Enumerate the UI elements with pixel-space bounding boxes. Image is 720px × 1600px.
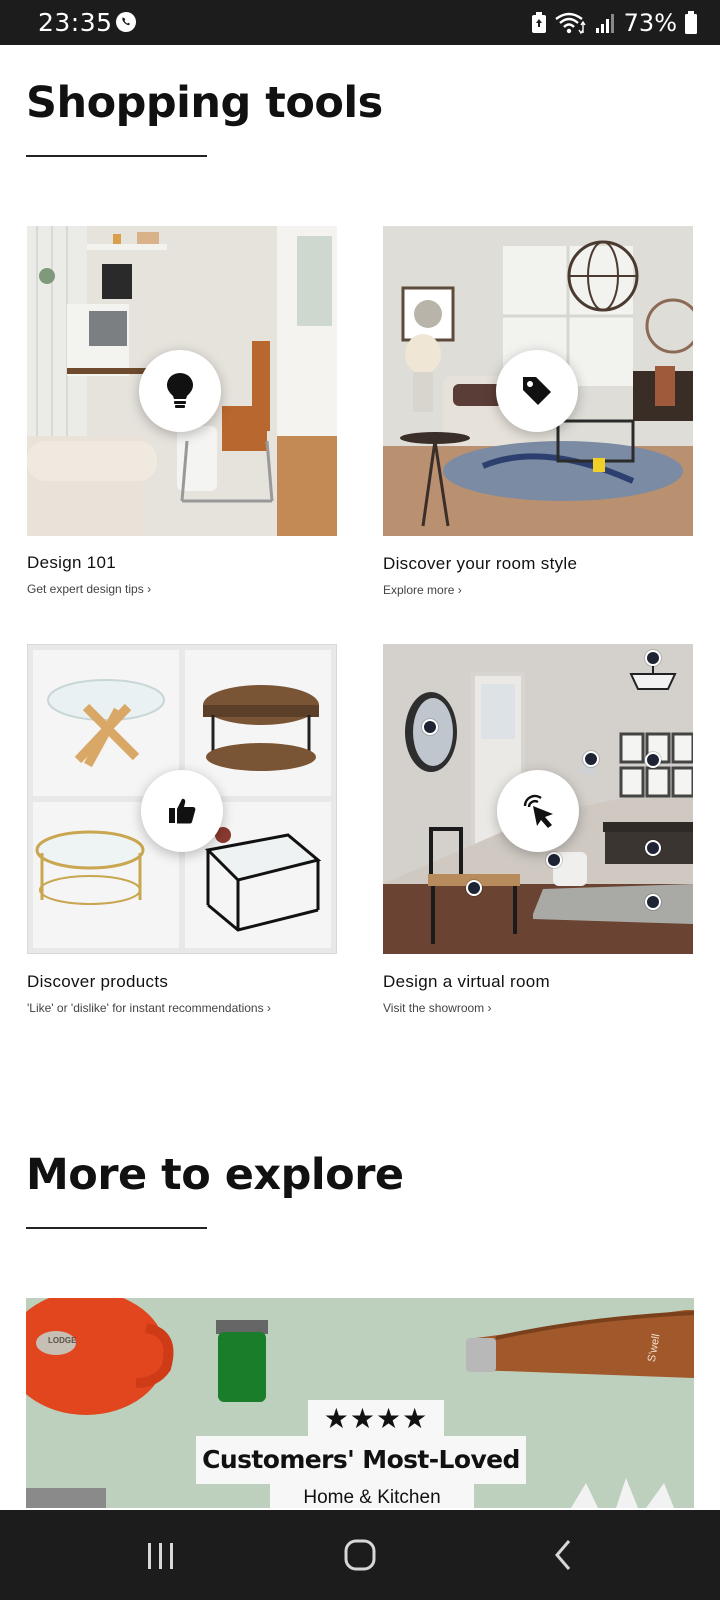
lightbulb-icon (167, 373, 193, 408)
card-link-instant-recommendations[interactable]: 'Like' or 'dislike' for instant recommen… (27, 1001, 271, 1015)
status-bar: 23:35 73% (0, 0, 720, 45)
battery-percent: 73% (623, 9, 677, 37)
hotspot-basket[interactable] (546, 852, 562, 868)
banner-headline: Customers' Most-Loved (196, 1436, 526, 1484)
home-button[interactable] (341, 1535, 381, 1575)
signal-icon (595, 14, 614, 33)
home-icon (344, 1539, 376, 1571)
android-nav-bar (0, 1510, 720, 1600)
hotspot-wall-art[interactable] (645, 752, 661, 768)
banner-subline: Home & Kitchen (270, 1482, 474, 1508)
card-title-discover-products[interactable]: Discover products (27, 972, 168, 992)
room-style-button[interactable] (496, 350, 578, 432)
hotspot-chandelier[interactable] (645, 650, 661, 666)
tag-icon (523, 377, 551, 405)
section-divider (26, 155, 207, 157)
section-divider (26, 1227, 207, 1229)
back-icon (555, 1540, 571, 1570)
card-title-design-101[interactable]: Design 101 (27, 553, 116, 573)
card-link-explore-more[interactable]: Explore more › (383, 583, 462, 597)
hotspot-bench[interactable] (466, 880, 482, 896)
status-time: 23:35 (38, 8, 113, 37)
battery-saver-icon (531, 12, 546, 33)
pointer-click-icon (523, 794, 553, 828)
status-icons: 73% (531, 9, 698, 37)
brand-mark-lodge: LODGE (48, 1336, 77, 1345)
hotspot-rug[interactable] (645, 894, 661, 910)
hotspot-sconce[interactable] (583, 751, 599, 767)
section-title-more-to-explore: More to explore (26, 1150, 404, 1200)
design-tips-button[interactable] (139, 350, 221, 432)
banner-most-loved-home-kitchen[interactable]: LODGE S'well ★★★★ Customers' Most-Loved … (26, 1298, 694, 1508)
wifi-icon (554, 12, 586, 35)
virtual-room-button[interactable] (497, 770, 579, 852)
hotspot-console-table[interactable] (645, 840, 661, 856)
battery-icon (685, 11, 697, 34)
recent-apps-button[interactable] (141, 1535, 181, 1575)
card-link-showroom[interactable]: Visit the showroom › (383, 1001, 492, 1015)
section-title-shopping-tools: Shopping tools (26, 78, 383, 128)
recent-apps-icon (148, 1543, 173, 1569)
card-link-design-tips[interactable]: Get expert design tips › (27, 582, 151, 596)
hotspot-mirror[interactable] (422, 719, 438, 735)
star-rating: ★★★★ (308, 1400, 444, 1438)
thumbs-up-icon (169, 798, 196, 824)
discover-products-button[interactable] (141, 770, 223, 852)
whatsapp-icon (116, 12, 136, 32)
card-title-virtual-room[interactable]: Design a virtual room (383, 972, 550, 992)
card-title-room-style[interactable]: Discover your room style (383, 554, 577, 574)
back-button[interactable] (545, 1535, 585, 1575)
